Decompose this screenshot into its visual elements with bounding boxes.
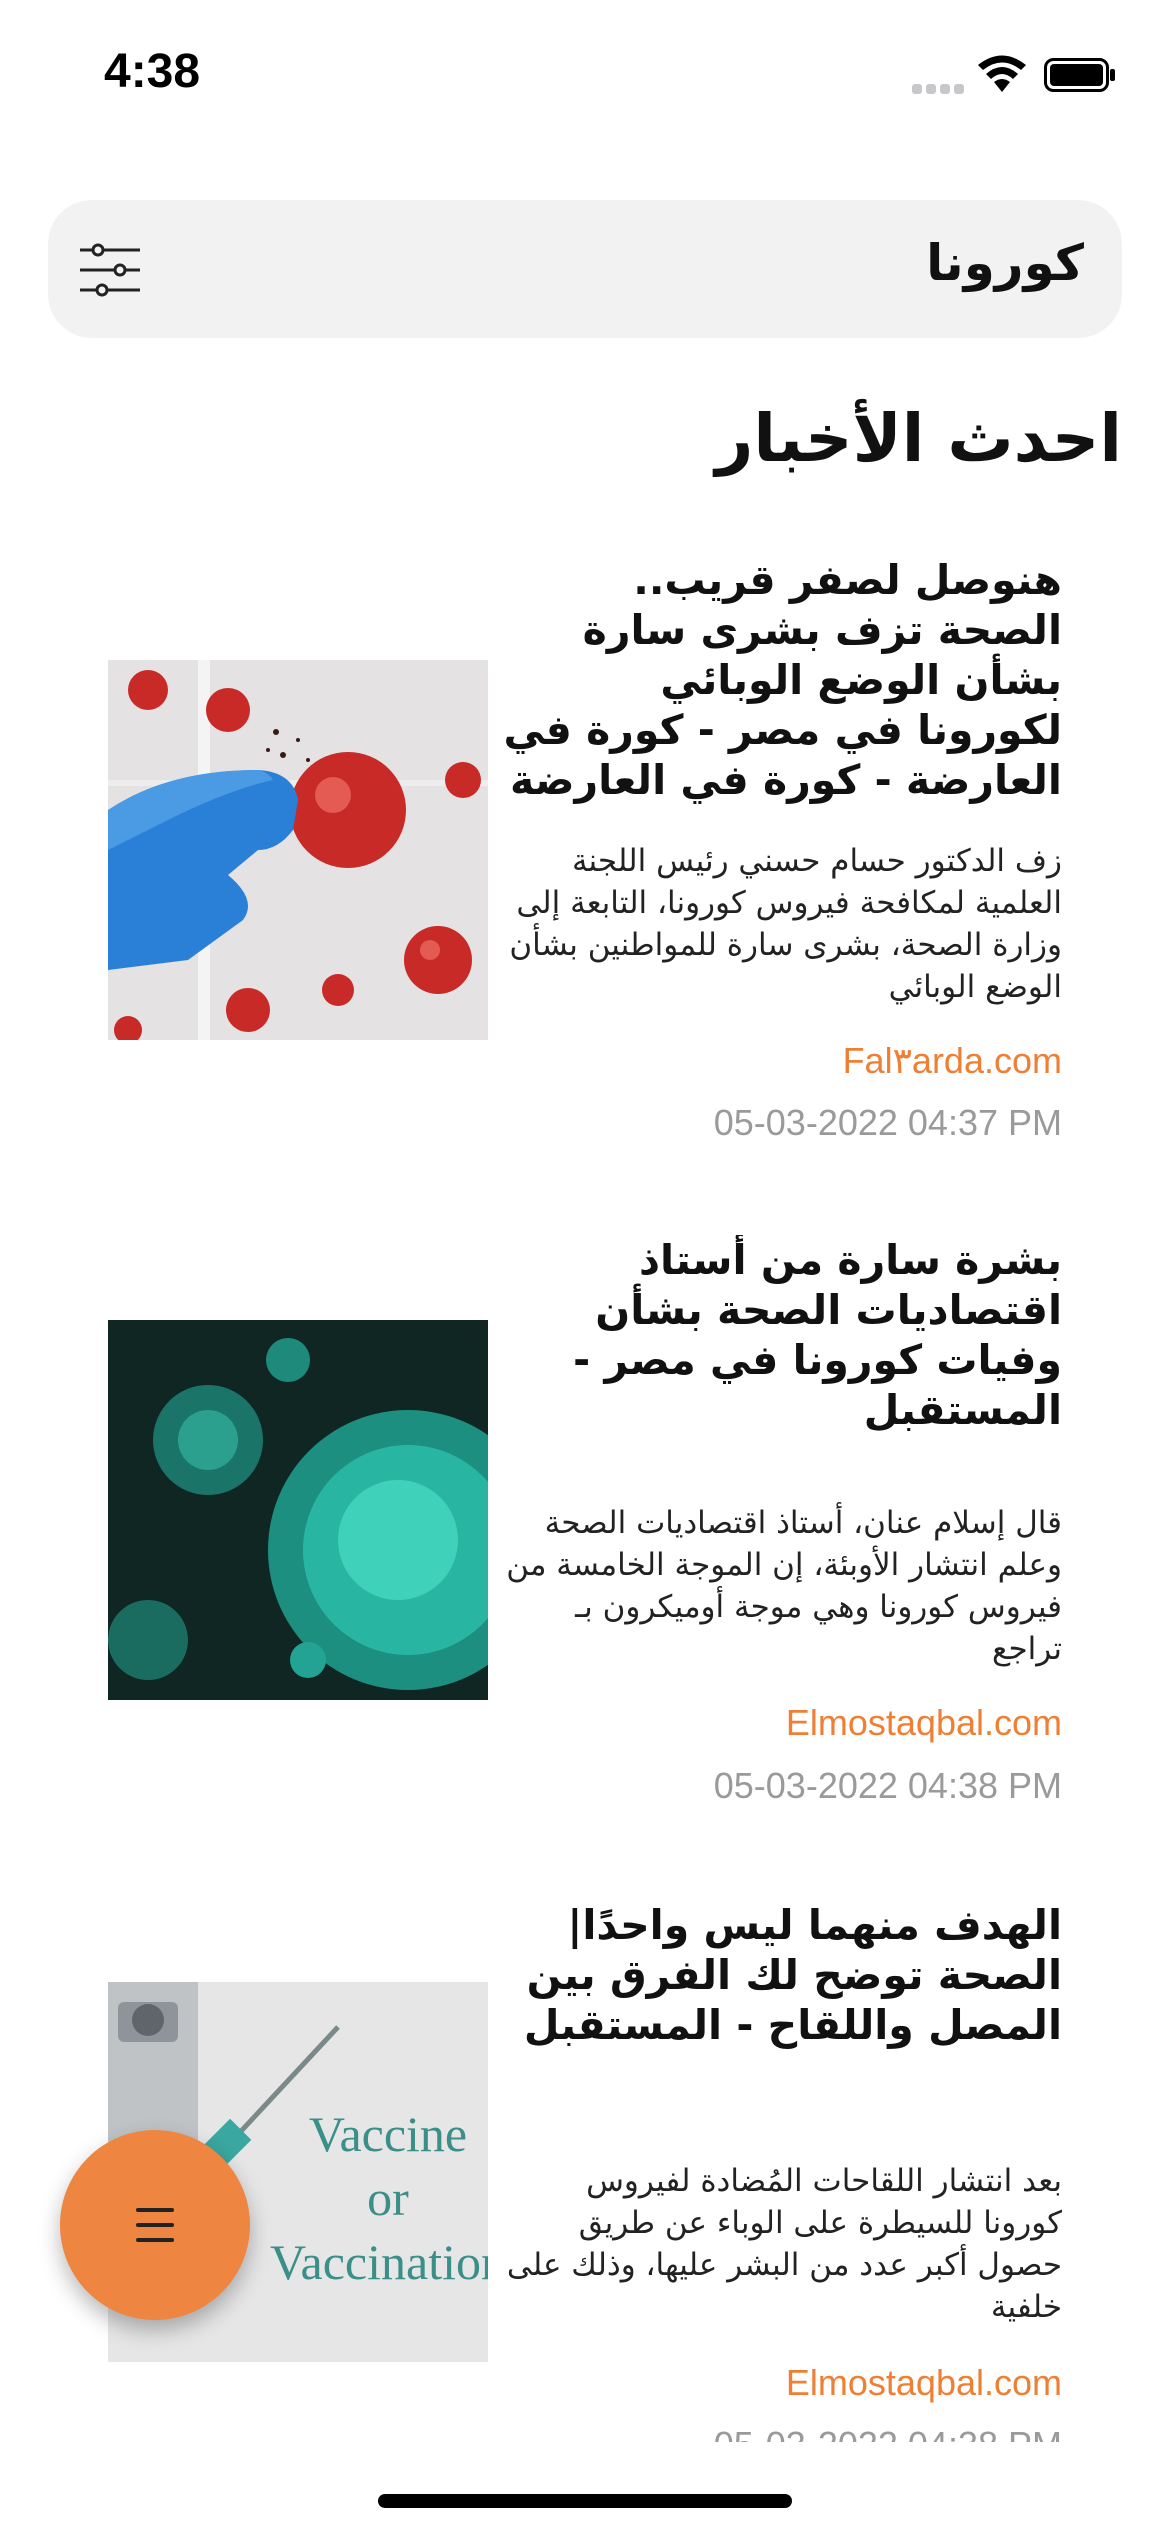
article-summary: زف الدكتور حسام حسني رئيس اللجنة العلمية…	[509, 843, 1062, 1005]
search-query[interactable]: كورونا	[926, 234, 1084, 292]
menu-icon	[136, 2208, 174, 2242]
home-indicator[interactable]	[378, 2494, 792, 2508]
status-bar: 4:38	[0, 0, 1170, 150]
section-title: احدث الأخبار	[715, 400, 1122, 477]
article-thumbnail[interactable]	[108, 660, 488, 1040]
search-bar[interactable]: كورونا	[48, 200, 1122, 338]
article-summary: بعد انتشار اللقاحات المُضادة لفيروس كورو…	[506, 2163, 1062, 2325]
article-source: Elmostaqbal.com	[785, 1702, 1062, 1743]
wifi-icon	[978, 55, 1026, 92]
menu-fab-button[interactable]	[60, 2130, 250, 2320]
battery-icon	[1044, 58, 1115, 92]
status-time: 4:38	[104, 45, 201, 98]
article-headline[interactable]: الهدف منهما ليس واحدًا| الصحة توضح لك ال…	[502, 1900, 1062, 2050]
article-date: 05-03-2022 04:37 PM	[713, 1102, 1062, 1143]
article-source: Fal٣arda.com	[842, 1040, 1062, 1081]
filter-sliders-icon[interactable]	[78, 242, 142, 298]
article-summary: قال إسلام عنان، أستاذ اقتصاديات الصحة وع…	[506, 1505, 1062, 1667]
article-headline[interactable]: هنوصل لصفر قريب.. الصحة تزف بشرى سارة بش…	[502, 555, 1062, 805]
article-headline[interactable]: بشرة سارة من أستاذ اقتصاديات الصحة بشأن …	[502, 1235, 1062, 1435]
cellular-signal-icon	[912, 80, 966, 94]
article-date: 05-03-2022 04:38 PM	[714, 2424, 1062, 2442]
article-thumbnail[interactable]	[108, 1320, 488, 1700]
article-source: Elmostaqbal.com	[785, 2362, 1062, 2403]
article-date: 05-03-2022 04:38 PM	[713, 1765, 1062, 1806]
vaccine-image-text: Vaccine or Vaccination	[269, 2106, 488, 2290]
